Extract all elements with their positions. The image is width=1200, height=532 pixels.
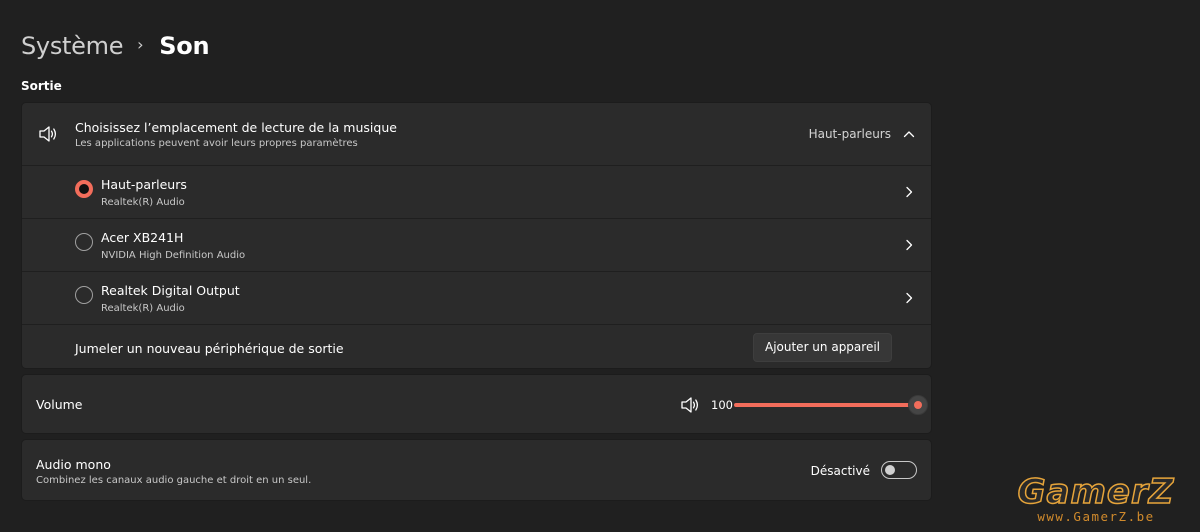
device-driver: Realtek(R) Audio [101,303,185,314]
chevron-up-icon[interactable] [902,127,916,141]
output-selector-title: Choisissez l’emplacement de lecture de l… [75,120,397,135]
section-label-output: Sortie [21,79,62,93]
device-driver: Realtek(R) Audio [101,197,185,208]
volume-value: 100 [711,398,733,412]
breadcrumb: Système › Son [21,28,210,64]
device-name: Haut-parleurs [101,177,187,192]
device-name: Realtek Digital Output [101,283,240,298]
volume-label: Volume [36,397,83,412]
mono-audio-subtitle: Combinez les canaux audio gauche et droi… [36,475,312,486]
mono-audio-toggle[interactable] [881,461,917,479]
volume-card: Volume 100 [21,374,932,434]
page-title: Son [159,32,210,60]
breadcrumb-separator: › [137,34,144,54]
speaker-icon [39,126,57,142]
device-row-acer-xb241h[interactable]: Acer XB241H NVIDIA High Definition Audio [22,218,931,271]
output-selector-subtitle: Les applications peuvent avoir leurs pro… [75,138,358,149]
watermark: GamerZ www.GamerZ.be [1010,472,1182,524]
chevron-right-icon[interactable] [903,186,915,198]
breadcrumb-parent[interactable]: Système [21,32,123,60]
chevron-right-icon[interactable] [903,239,915,251]
device-radio[interactable] [75,233,93,251]
toggle-knob [885,465,895,475]
output-selector-value: Haut-parleurs [808,127,891,141]
pair-device-label: Jumeler un nouveau périphérique de sorti… [75,341,344,356]
speaker-icon[interactable] [680,396,700,414]
device-row-realtek-digital-output[interactable]: Realtek Digital Output Realtek(R) Audio [22,271,931,324]
device-radio[interactable] [75,286,93,304]
output-selector-header[interactable]: Choisissez l’emplacement de lecture de l… [22,103,931,165]
mono-audio-title: Audio mono [36,457,111,472]
watermark-url: www.GamerZ.be [1037,509,1155,524]
watermark-logo: GamerZ [1017,472,1175,512]
device-radio-selected[interactable] [75,180,93,198]
pair-device-row: Jumeler un nouveau périphérique de sorti… [22,324,931,368]
volume-slider[interactable] [734,395,928,415]
device-row-haut-parleurs[interactable]: Haut-parleurs Realtek(R) Audio [22,165,931,218]
device-driver: NVIDIA High Definition Audio [101,250,246,261]
volume-slider-thumb[interactable] [908,395,928,415]
device-name: Acer XB241H [101,230,184,245]
chevron-right-icon[interactable] [903,292,915,304]
add-device-button[interactable]: Ajouter un appareil [752,333,892,362]
volume-slider-track[interactable] [734,403,918,407]
mono-audio-card: Audio mono Combinez les canaux audio gau… [21,439,932,501]
mono-audio-state-label: Désactivé [810,464,870,478]
output-card: Choisissez l’emplacement de lecture de l… [21,102,932,369]
